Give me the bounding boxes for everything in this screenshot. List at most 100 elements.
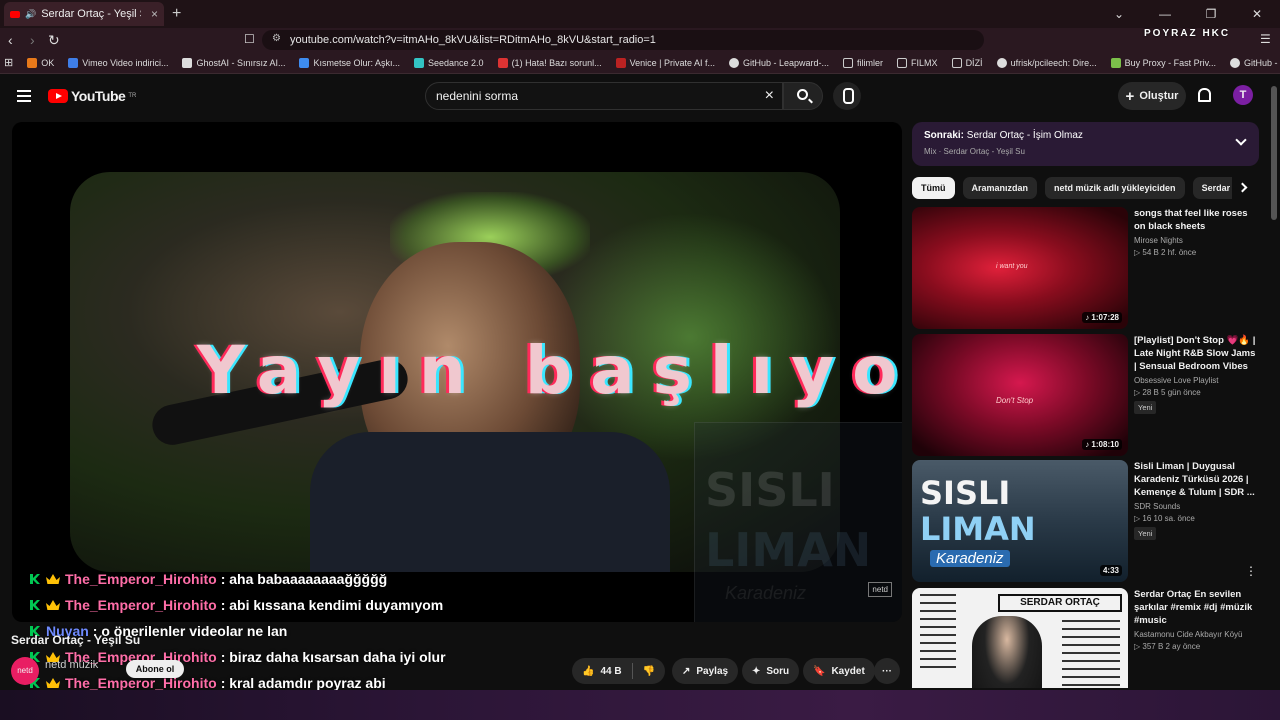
speaker-icon: 🔊: [25, 8, 37, 19]
account-avatar[interactable]: T: [1233, 85, 1253, 105]
bookmark-item[interactable]: GhostAI - Sınırsız AI...: [182, 57, 285, 68]
list-item[interactable]: Don't Stop ♪ 1:08:10 [Playlist] Don't St…: [912, 334, 1272, 456]
bookmark-item[interactable]: GitHub - Leapward-...: [729, 57, 829, 68]
filter-chips: Tümü Aramanızdan netd müzik adlı yükleyi…: [912, 177, 1232, 201]
item-title[interactable]: Serdar Ortaç En sevilen şarkılar #remix …: [1134, 588, 1259, 627]
chat-overlay: The_Emperor_Hirohito : aha babaaaaaaaağğ…: [30, 566, 550, 696]
bookmark-item[interactable]: (1) Hata! Bazı sorunl...: [497, 57, 602, 68]
thumbs-down-icon[interactable]: 👎: [643, 666, 655, 677]
chat-text: : biraz daha kısarsan daha iyi olur: [220, 649, 446, 665]
browser-tab-active[interactable]: 🔊 Serdar Ortaç - Yeşil Su - YouT ×: [4, 2, 164, 26]
minimize-icon[interactable]: —: [1142, 0, 1188, 28]
bookmark-item[interactable]: Seedance 2.0: [414, 57, 484, 68]
bookmark-folder[interactable]: filimler: [843, 57, 883, 68]
chat-text: : aha babaaaaaaaağğğğğ: [220, 571, 388, 587]
share-label: Paylaş: [696, 665, 729, 677]
chat-user: The_Emperor_Hirohito: [65, 597, 217, 613]
item-channel[interactable]: SDR Sounds: [1134, 502, 1259, 511]
up-next-card[interactable]: Sonraki: Serdar Ortaç - İşim Olmaz Mix ·…: [912, 122, 1259, 166]
save-label: Kaydet: [831, 665, 865, 677]
bookmark-item[interactable]: ufrisk/pcileech: Dire...: [996, 57, 1097, 68]
video-thumbnail[interactable]: Don't Stop ♪ 1:08:10: [912, 334, 1128, 456]
list-item[interactable]: i want you ♪ 1:07:28 songs that feel lik…: [912, 207, 1272, 329]
site-info-icon[interactable]: ⚙: [272, 33, 281, 44]
save-button[interactable]: 🔖 Kaydet: [803, 658, 875, 684]
bookmark-item[interactable]: Vimeo Video indirici...: [68, 57, 168, 68]
crown-icon: [46, 574, 60, 584]
close-window-icon[interactable]: ✕: [1234, 0, 1280, 28]
chip-artist[interactable]: Serdar Ortaç: [1192, 177, 1232, 199]
tab-close-icon[interactable]: ×: [151, 7, 158, 21]
thumb-text-3: Karadeniz: [930, 550, 1010, 567]
item-title[interactable]: Sisli Liman | Duygusal Karadeniz Türküsü…: [1134, 460, 1259, 499]
hamburger-menu-icon[interactable]: [17, 90, 31, 102]
search-input[interactable]: nedenini sorma ×: [425, 82, 783, 110]
kick-icon: [30, 574, 40, 584]
youtube-logo[interactable]: YouTube TR: [48, 88, 136, 104]
thumb-text: SERDAR ORTAÇ: [998, 594, 1122, 612]
next-label: Sonraki:: [924, 130, 965, 141]
reload-icon[interactable]: ↻: [48, 32, 60, 49]
bookmarks-bar: ⊞ OK Vimeo Video indirici... GhostAI - S…: [0, 52, 1280, 74]
chip-all[interactable]: Tümü: [912, 177, 955, 199]
url-field[interactable]: ⚙ youtube.com/watch?v=itmAHo_8kVU&list=R…: [262, 30, 984, 50]
page-scrollbar[interactable]: [1271, 86, 1277, 220]
logo-text: YouTube: [71, 88, 126, 104]
back-icon[interactable]: ‹: [8, 32, 13, 48]
list-item[interactable]: SISLI LIMAN Karadeniz 4:33 Sisli Liman |…: [912, 460, 1272, 582]
ask-label: Soru: [766, 665, 790, 677]
chevron-right-icon[interactable]: [1237, 182, 1248, 193]
channel-avatar[interactable]: netd: [11, 657, 39, 685]
item-title[interactable]: songs that feel like roses on black shee…: [1134, 207, 1259, 233]
share-button[interactable]: ↗ Paylaş: [672, 658, 739, 684]
bookmark-item[interactable]: OK: [27, 57, 54, 68]
notifications-bell-icon[interactable]: [1198, 88, 1211, 102]
browser-tab-bar: 🔊 Serdar Ortaç - Yeşil Su - YouT × + ⌄ —…: [0, 0, 1280, 28]
bookmark-folder[interactable]: DİZİ: [951, 57, 983, 68]
create-button[interactable]: + Oluştur: [1118, 82, 1186, 110]
thumb-text: SISLI: [920, 474, 1011, 512]
kick-icon: [30, 600, 40, 610]
chip-uploader[interactable]: netd müzik adlı yükleyiciden: [1045, 177, 1185, 199]
voice-search-icon[interactable]: [833, 82, 861, 110]
subscribe-button[interactable]: Abone ol: [126, 660, 184, 678]
item-title[interactable]: [Playlist] Don't Stop 💗🔥 | Late Night R&…: [1134, 334, 1259, 373]
bookmark-item[interactable]: Kısmetse Olur: Aşkı...: [299, 57, 400, 68]
browser-menu-icon[interactable]: ☰: [1260, 32, 1271, 46]
youtube-favicon-icon: [10, 10, 20, 18]
bookmark-folder[interactable]: FILMX: [897, 57, 938, 68]
search-button[interactable]: [783, 82, 823, 110]
new-tab-icon[interactable]: +: [172, 5, 181, 23]
list-item[interactable]: SERDAR ORTAÇ Serdar Ortaç En sevilen şar…: [912, 588, 1272, 688]
next-sub: Mix · Serdar Ortaç - Yeşil Su: [924, 147, 1025, 156]
chip-from-search[interactable]: Aramanızdan: [962, 177, 1038, 199]
chat-user: The_Emperor_Hirohito: [65, 571, 217, 587]
video-thumbnail[interactable]: i want you ♪ 1:07:28: [912, 207, 1128, 329]
tab-search-icon[interactable]: ⌄: [1096, 0, 1142, 28]
ask-button[interactable]: ✦ Soru: [742, 658, 800, 684]
forward-icon[interactable]: ›: [30, 32, 35, 48]
channel-name[interactable]: netd müzik: [45, 659, 98, 671]
duration-badge: ♪ 1:08:10: [1082, 439, 1122, 450]
bookmark-item[interactable]: GitHub - xmkg/ko-t...: [1229, 57, 1280, 68]
video-thumbnail[interactable]: SISLI LIMAN Karadeniz 4:33: [912, 460, 1128, 582]
more-vert-icon[interactable]: ⋮: [1245, 564, 1257, 578]
clear-search-icon[interactable]: ×: [765, 83, 774, 109]
save-icon: 🔖: [813, 665, 826, 677]
item-channel[interactable]: Mirose Nights: [1134, 236, 1259, 245]
video-thumbnail[interactable]: SERDAR ORTAÇ: [912, 588, 1128, 688]
apps-icon[interactable]: ⊞: [4, 56, 13, 69]
video-player[interactable]: SISLI LIMAN Karadeniz Yayın başlıyor... …: [12, 122, 902, 622]
bottom-decoration: [0, 690, 1280, 720]
new-badge: Yeni: [1134, 527, 1157, 540]
bookmark-item[interactable]: Venice | Private AI f...: [615, 57, 715, 68]
item-channel[interactable]: Kastamonu Cide Akbayır Köyü: [1134, 630, 1259, 639]
thumb-text-2: LIMAN: [920, 510, 1036, 548]
item-channel[interactable]: Obsessive Love Playlist: [1134, 376, 1259, 385]
more-actions-button[interactable]: ···: [874, 658, 900, 684]
restore-icon[interactable]: ❐: [1188, 0, 1234, 28]
bookmark-item[interactable]: Buy Proxy - Fast Priv...: [1110, 57, 1216, 68]
like-button[interactable]: 👍 44 B 👎: [572, 658, 666, 684]
like-count: 44 B: [600, 665, 622, 677]
bookmark-icon[interactable]: ☐: [244, 32, 255, 46]
